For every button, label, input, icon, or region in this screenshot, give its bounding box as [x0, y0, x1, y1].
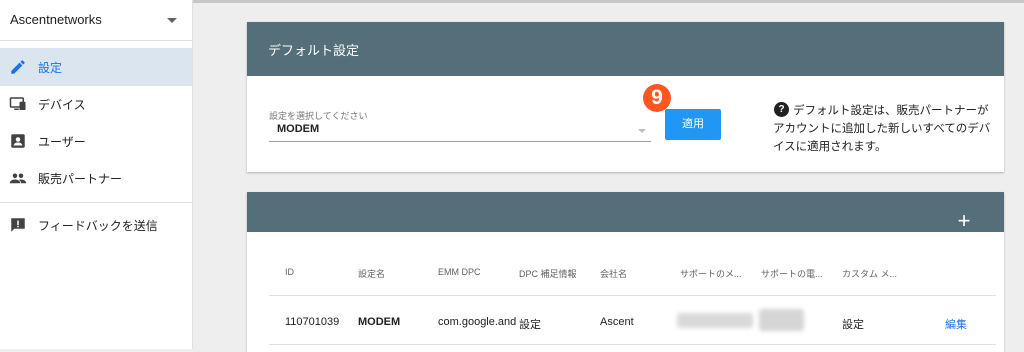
select-value[interactable]: MODEM [277, 123, 319, 135]
sidebar-item-devices[interactable]: デバイス [0, 85, 192, 123]
column-header-custom-message: カスタム メ... [842, 269, 898, 279]
configurations-card: + ID 設定名 EMM DPC DPC 補足情報 会社名 サポートのメ... … [247, 192, 1004, 352]
sidebar-item-feedback[interactable]: フィードバックを送信 [0, 206, 192, 244]
column-header-support-message: サポートのメ... [680, 269, 742, 279]
column-header-emm-dpc: EMM DPC [438, 267, 481, 277]
cell-id: 110701039 [285, 316, 340, 328]
cell-custom-message: 設定 [842, 319, 864, 331]
edit-link[interactable]: 編集 [945, 316, 967, 332]
redacted-support-phone [759, 309, 804, 331]
step-number-badge: 9 [643, 84, 671, 112]
apply-button[interactable]: 適用 [665, 109, 721, 140]
cell-name: MODEM [358, 316, 401, 328]
card-header: デフォルト設定 [247, 22, 1004, 76]
card-title: デフォルト設定 [268, 43, 360, 58]
sidebar-item-label: デバイス [38, 98, 86, 112]
sidebar-item-label: フィードバックを送信 [38, 219, 158, 233]
sidebar: Ascentnetworks 設定 デバイス ユーザー 販売パートナー フィード… [0, 0, 193, 349]
org-name: Ascentnetworks [10, 12, 102, 27]
column-header-support-phone: サポートの電... [761, 269, 823, 279]
add-icon[interactable]: + [952, 209, 976, 233]
column-header-dpc-extra: DPC 補足情報 [519, 269, 577, 279]
card-header: + [247, 192, 1004, 233]
select-label: 設定を選択してください [269, 111, 368, 121]
help-text: デフォルト設定は、販売パートナーがアカウントに追加した新しいすべてのデバイスに適… [773, 105, 991, 153]
feedback-icon [11, 218, 25, 232]
sidebar-item-label: ユーザー [38, 135, 86, 149]
sidebar-item-partners[interactable]: 販売パートナー [0, 159, 192, 197]
sidebar-divider [0, 202, 192, 203]
redacted-support-message [677, 313, 753, 328]
default-settings-card: デフォルト設定 設定を選択してください MODEM 適用 9 ? デフォルト設定… [247, 22, 1004, 172]
chevron-down-icon[interactable] [167, 18, 177, 23]
sidebar-item-label: 設定 [38, 61, 63, 75]
cell-dpc-extra: 設定 [519, 319, 541, 331]
devices-icon [9, 97, 26, 110]
sidebar-item-users[interactable]: ユーザー [0, 122, 192, 160]
user-icon [11, 134, 25, 148]
top-divider [192, 0, 1024, 3]
dropdown-arrow-icon[interactable] [638, 129, 646, 133]
people-icon [9, 173, 27, 184]
select-underline [269, 141, 651, 142]
column-header-company: 会社名 [600, 269, 628, 279]
pencil-icon [11, 60, 25, 74]
org-switcher[interactable]: Ascentnetworks [0, 0, 192, 41]
sidebar-item-settings[interactable]: 設定 [0, 48, 192, 86]
row-divider [269, 344, 996, 345]
cell-company: Ascent [600, 316, 634, 328]
table-header-divider [269, 295, 996, 296]
column-header-id: ID [285, 267, 294, 277]
sidebar-item-label: 販売パートナー [38, 172, 123, 186]
column-header-name: 設定名 [358, 269, 386, 279]
cell-emm-dpc: com.google.and [438, 316, 517, 328]
